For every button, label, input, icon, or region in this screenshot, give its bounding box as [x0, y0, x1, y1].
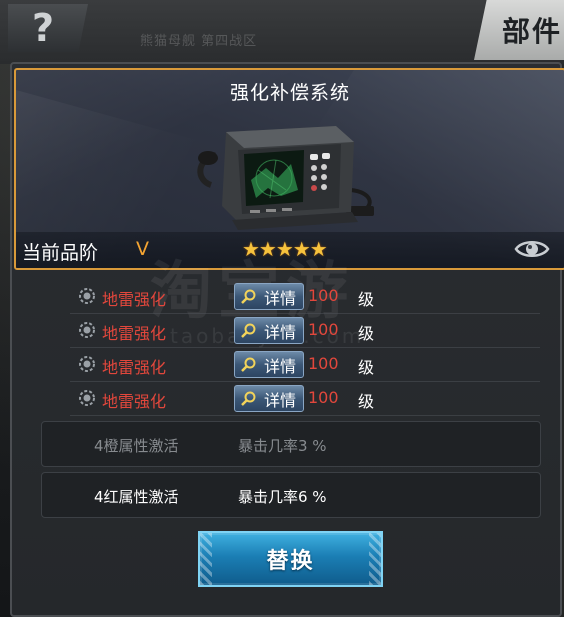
page-title: 部件 [501, 15, 562, 48]
help-button[interactable]: ? [8, 4, 88, 52]
background-text: 熊猫母舰 第四战区 [140, 34, 258, 49]
level-unit: 级 [358, 290, 375, 309]
enhancement-name: 地雷强化 [102, 392, 167, 411]
gear-icon [79, 356, 95, 372]
replace-button[interactable]: 替换 [198, 531, 383, 587]
enhancement-level: 100 [308, 320, 339, 339]
level-unit: 级 [358, 392, 375, 411]
grade-label: 当前品阶 [22, 242, 99, 264]
gear-icon [79, 390, 95, 406]
attribute-row-orange: 4橙属性激活 暴击几率3 % [41, 421, 541, 467]
attribute-name: 4红属性激活 [94, 488, 179, 506]
gear-icon [79, 288, 95, 304]
details-button[interactable]: 详情 [234, 317, 304, 344]
radar-device-image [197, 126, 374, 230]
enhancement-level: 100 [308, 286, 339, 305]
enhancement-row: 地雷强化 详情 100 级 [70, 280, 540, 314]
details-label: 详情 [264, 288, 297, 308]
magnifier-icon [241, 357, 256, 372]
enhancement-level: 100 [308, 354, 339, 373]
eye-icon[interactable] [514, 237, 550, 261]
equipment-name: 强化补偿系统 [229, 82, 350, 104]
enhancement-list: 地雷强化 详情 100 级 地雷强化 详情 100 级 地雷强化 详情 100 … [70, 280, 540, 416]
attribute-value: 暴击几率6 % [238, 488, 327, 506]
page-title-tab: 部件 [474, 0, 564, 60]
enhancement-level: 100 [308, 388, 339, 407]
attribute-row-red: 4红属性激活 暴击几率6 % [41, 472, 541, 518]
enhancement-row: 地雷强化 详情 100 级 [70, 314, 540, 348]
gear-icon [79, 322, 95, 338]
details-label: 详情 [264, 356, 297, 376]
details-button[interactable]: 详情 [234, 351, 304, 378]
level-unit: 级 [358, 324, 375, 343]
details-button[interactable]: 详情 [234, 283, 304, 310]
magnifier-icon [241, 391, 256, 406]
details-label: 详情 [264, 390, 297, 410]
details-button[interactable]: 详情 [234, 385, 304, 412]
star-rating: ★★★★★ [242, 237, 328, 261]
level-unit: 级 [358, 358, 375, 377]
grade-value: V [136, 238, 149, 260]
details-label: 详情 [264, 322, 297, 342]
magnifier-icon [241, 289, 256, 304]
question-mark-icon: ? [31, 6, 55, 50]
enhancement-row: 地雷强化 详情 100 级 [70, 348, 540, 382]
magnifier-icon [241, 323, 256, 338]
replace-label: 替换 [266, 549, 315, 574]
enhancement-row: 地雷强化 详情 100 级 [70, 382, 540, 416]
enhancement-name: 地雷强化 [102, 290, 167, 309]
attribute-value: 暴击几率3 % [238, 437, 327, 455]
enhancement-name: 地雷强化 [102, 324, 167, 343]
equipment-hero-card: 强化补偿系统 当前品阶 V ★★★★★ [14, 68, 564, 270]
enhancement-name: 地雷强化 [102, 358, 167, 377]
attribute-name: 4橙属性激活 [94, 437, 179, 455]
grade-bar: 当前品阶 V ★★★★★ [16, 232, 564, 268]
